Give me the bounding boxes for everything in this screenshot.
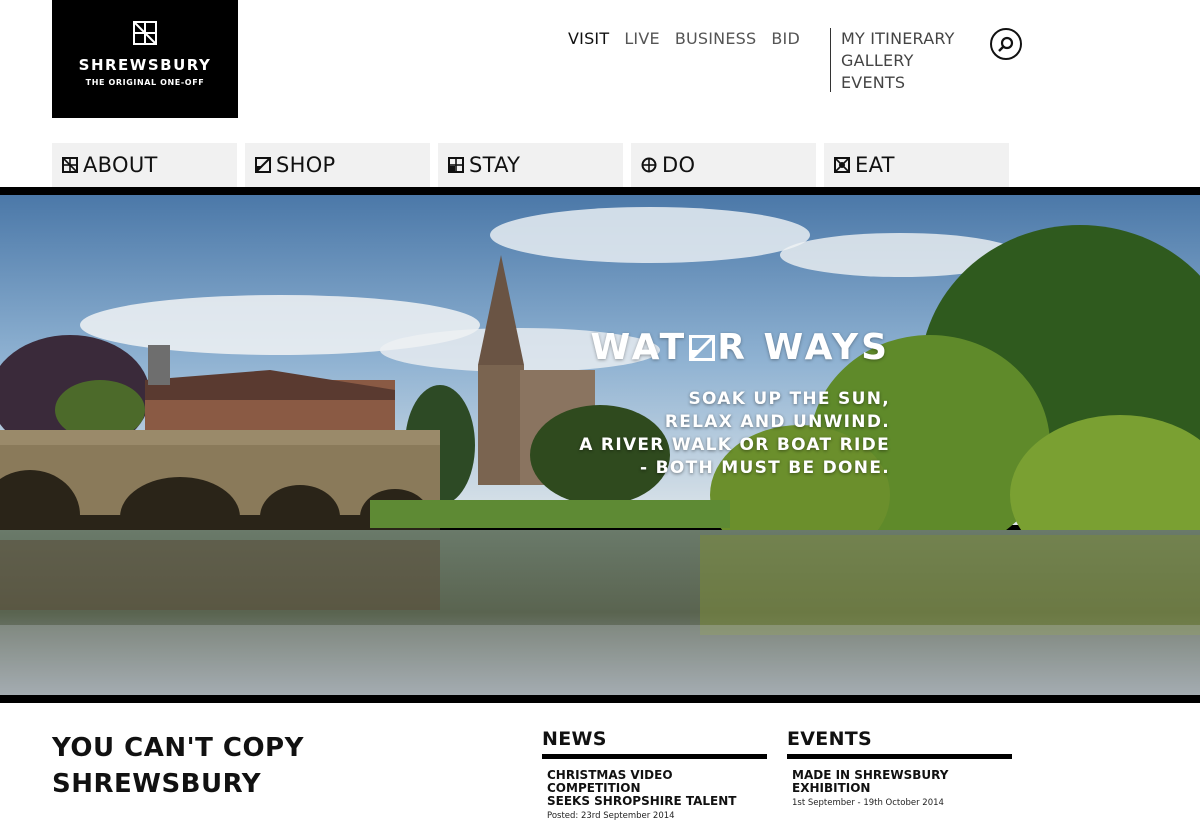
news-column: NEWS CHRISTMAS VIDEO COMPETITION SEEKS S… <box>542 728 767 821</box>
about-icon <box>62 157 78 173</box>
logo-slash-icon <box>689 335 716 361</box>
mainnav-do-label: DO <box>662 153 696 177</box>
topnav-live[interactable]: LIVE <box>624 28 660 50</box>
news-item-title-2: SEEKS SHROPSHIRE TALENT <box>547 794 737 808</box>
event-item-title-2: EXHIBITION <box>792 781 871 795</box>
nav-divider <box>830 28 831 92</box>
intro-line-1: YOU CAN'T COPY <box>52 733 304 763</box>
news-heading: NEWS <box>542 728 767 759</box>
mainnav-about-label: ABOUT <box>83 153 158 177</box>
topnav-visit[interactable]: VISIT <box>568 28 609 50</box>
main-nav: ABOUT SHOP STAY DO EAT <box>52 143 1017 187</box>
do-icon <box>641 157 657 173</box>
subnav-events[interactable]: EVENTS <box>841 72 955 94</box>
top-nav: VISIT LIVE BUSINESS BID <box>568 28 815 50</box>
event-item[interactable]: MADE IN SHREWSBURY EXHIBITION 1st Septem… <box>787 759 1012 809</box>
subnav-gallery[interactable]: GALLERY <box>841 50 955 72</box>
event-item-date: 1st September - 19th October 2014 <box>792 798 944 808</box>
mainnav-stay[interactable]: STAY <box>438 143 623 187</box>
hero-banner: WAT R WAYS SOAK UP THE SUN, RELAX AND UNW… <box>0 187 1200 703</box>
news-item[interactable]: CHRISTMAS VIDEO COMPETITION SEEKS SHROPS… <box>542 759 767 821</box>
eat-icon <box>834 157 850 173</box>
news-item-date: Posted: 23rd September 2014 <box>547 811 675 821</box>
mainnav-about[interactable]: ABOUT <box>52 143 237 187</box>
events-column: EVENTS MADE IN SHREWSBURY EXHIBITION 1st… <box>787 728 1012 808</box>
shop-icon <box>255 157 271 173</box>
hero-copy: WAT R WAYS SOAK UP THE SUN, RELAX AND UNW… <box>579 327 890 480</box>
topnav-business[interactable]: BUSINESS <box>675 28 757 50</box>
logo-name: SHREWSBURY <box>78 56 212 74</box>
hero-headline-part2: R WAYS <box>717 327 890 368</box>
mainnav-shop-label: SHOP <box>276 153 336 177</box>
mainnav-stay-label: STAY <box>469 153 521 177</box>
hero-headline: WAT R WAYS <box>579 327 890 368</box>
mainnav-eat-label: EAT <box>855 153 895 177</box>
news-item-title-1: CHRISTMAS VIDEO COMPETITION <box>547 768 673 795</box>
intro-line-2: SHREWSBURY <box>52 769 262 799</box>
events-heading: EVENTS <box>787 728 1012 759</box>
hero-line-3: A RIVER WALK OR BOAT RIDE <box>579 435 890 455</box>
search-icon <box>998 36 1014 52</box>
subnav-my-itinerary[interactable]: MY ITINERARY <box>841 28 955 50</box>
stay-icon <box>448 157 464 173</box>
logo-tagline: THE ORIGINAL ONE-OFF <box>85 78 205 87</box>
topnav-bid[interactable]: BID <box>771 28 800 50</box>
hero-body: SOAK UP THE SUN, RELAX AND UNWIND. A RIV… <box>579 388 890 480</box>
hero-line-2: RELAX AND UNWIND. <box>664 412 890 432</box>
logo-mark-icon <box>133 21 157 45</box>
search-button[interactable] <box>990 28 1022 60</box>
mainnav-shop[interactable]: SHOP <box>245 143 430 187</box>
mainnav-eat[interactable]: EAT <box>824 143 1009 187</box>
mainnav-do[interactable]: DO <box>631 143 816 187</box>
site-logo[interactable]: SHREWSBURY THE ORIGINAL ONE-OFF <box>52 0 238 118</box>
hero-line-4: - BOTH MUST BE DONE. <box>640 458 890 478</box>
intro-heading: YOU CAN'T COPY SHREWSBURY <box>52 730 304 802</box>
utility-nav: MY ITINERARY GALLERY EVENTS <box>841 28 955 94</box>
hero-headline-part1: WAT <box>590 327 688 368</box>
hero-line-1: SOAK UP THE SUN, <box>688 389 890 409</box>
